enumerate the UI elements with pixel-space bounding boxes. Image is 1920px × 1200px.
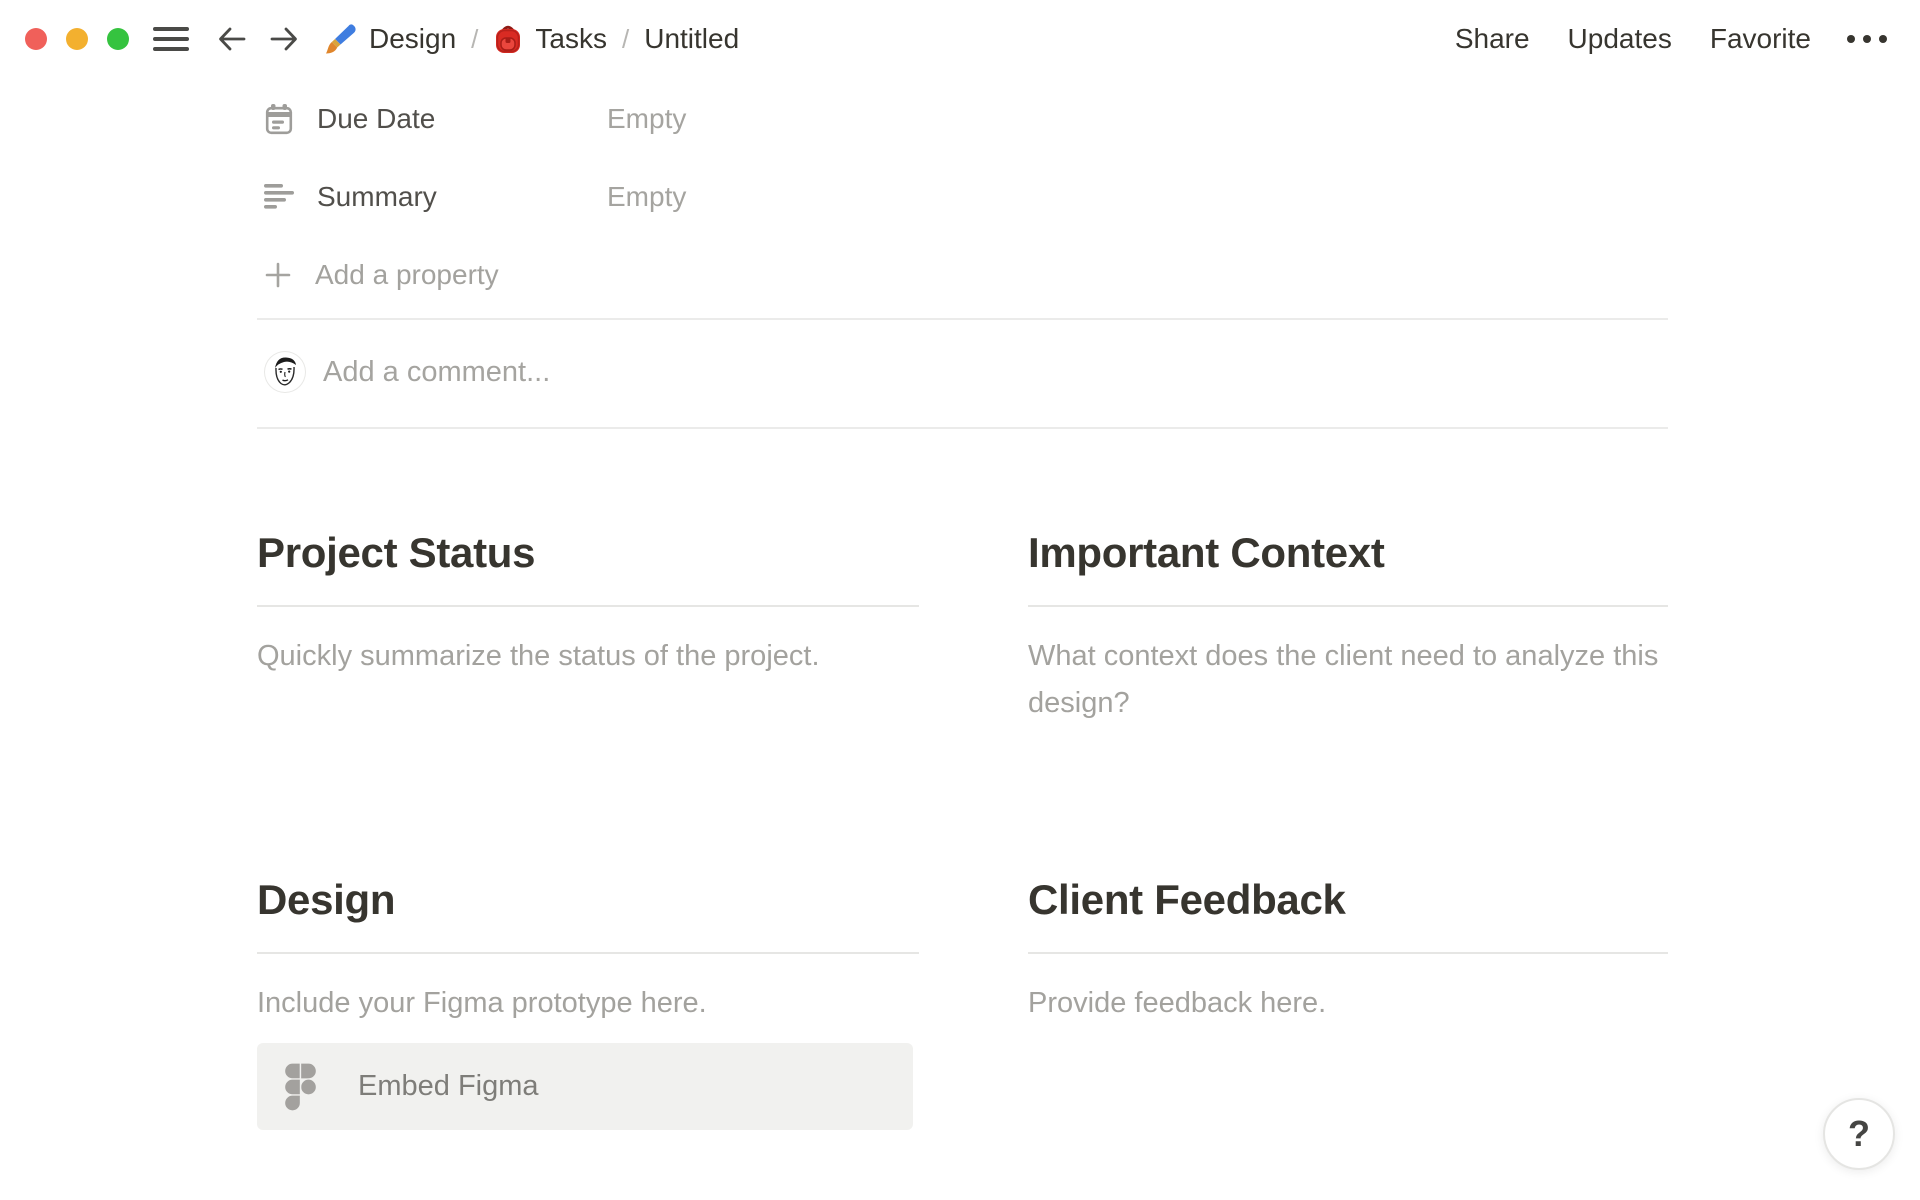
align-left-icon bbox=[264, 184, 294, 209]
section-placeholder-text[interactable]: Provide feedback here. bbox=[1028, 980, 1668, 1027]
breadcrumb-item-tasks[interactable]: Tasks bbox=[493, 22, 607, 56]
notion-window: Design / Tasks / Untitled Share Updates … bbox=[0, 0, 1920, 1200]
zoom-window-icon[interactable] bbox=[107, 28, 129, 50]
breadcrumb-separator: / bbox=[471, 23, 479, 54]
plus-icon bbox=[265, 262, 291, 288]
section-client-feedback: Client Feedback Provide feedback here. bbox=[1028, 875, 1668, 1027]
page-properties: Due Date Empty Summary Empty Add a prope… bbox=[264, 94, 686, 300]
question-mark-icon: ? bbox=[1848, 1113, 1870, 1154]
figma-icon bbox=[284, 1062, 317, 1111]
breadcrumb-label: Tasks bbox=[535, 23, 607, 54]
paintbrush-icon bbox=[326, 24, 356, 54]
property-value[interactable]: Empty bbox=[607, 103, 686, 135]
breadcrumb-item-untitled[interactable]: Untitled bbox=[644, 23, 739, 55]
property-name: Summary bbox=[317, 181, 437, 212]
traffic-lights bbox=[25, 28, 129, 50]
section-rule bbox=[257, 952, 919, 954]
share-button[interactable]: Share bbox=[1455, 23, 1530, 55]
divider bbox=[257, 318, 1668, 320]
backpack-icon bbox=[496, 25, 521, 53]
property-row-summary[interactable]: Summary Empty bbox=[264, 172, 686, 222]
favorite-button[interactable]: Favorite bbox=[1710, 23, 1811, 55]
more-options-icon[interactable] bbox=[1847, 35, 1887, 43]
add-property-button[interactable]: Add a property bbox=[264, 250, 686, 300]
forward-arrow-icon[interactable] bbox=[269, 25, 299, 53]
section-title[interactable]: Project Status bbox=[257, 528, 919, 578]
section-project-status: Project Status Quickly summarize the sta… bbox=[257, 528, 919, 680]
divider bbox=[257, 427, 1668, 429]
add-comment-row[interactable]: Add a comment... bbox=[265, 352, 550, 392]
property-value[interactable]: Empty bbox=[607, 181, 686, 213]
section-rule bbox=[1028, 605, 1668, 607]
section-important-context: Important Context What context does the … bbox=[1028, 528, 1668, 727]
breadcrumb-item-design[interactable]: Design bbox=[323, 22, 456, 56]
window-topbar: Design / Tasks / Untitled Share Updates … bbox=[0, 0, 1920, 78]
property-row-due-date[interactable]: Due Date Empty bbox=[264, 94, 686, 144]
section-design: Design Include your Figma prototype here… bbox=[257, 875, 919, 1130]
breadcrumb-separator: / bbox=[621, 23, 630, 54]
section-placeholder-text[interactable]: What context does the client need to ana… bbox=[1028, 633, 1668, 727]
section-placeholder-text[interactable]: Include your Figma prototype here. bbox=[257, 980, 919, 1027]
calendar-icon bbox=[265, 104, 293, 135]
help-button[interactable]: ? bbox=[1823, 1098, 1895, 1170]
property-name: Due Date bbox=[317, 103, 436, 134]
breadcrumb: Design / Tasks / Untitled bbox=[323, 22, 739, 56]
close-window-icon[interactable] bbox=[25, 28, 47, 50]
section-rule bbox=[1028, 952, 1668, 954]
comment-input-placeholder: Add a comment... bbox=[323, 355, 551, 388]
section-rule bbox=[257, 605, 919, 607]
topbar-actions: Share Updates Favorite bbox=[1455, 23, 1920, 55]
embed-figma-button[interactable]: Embed Figma bbox=[257, 1043, 913, 1130]
updates-button[interactable]: Updates bbox=[1568, 23, 1672, 55]
minimize-window-icon[interactable] bbox=[66, 28, 88, 50]
back-arrow-icon[interactable] bbox=[217, 25, 247, 53]
section-title[interactable]: Important Context bbox=[1028, 528, 1668, 578]
section-title[interactable]: Client Feedback bbox=[1028, 875, 1668, 925]
user-avatar bbox=[265, 352, 305, 392]
breadcrumb-label: Design bbox=[369, 23, 457, 54]
sidebar-menu-icon[interactable] bbox=[153, 27, 189, 51]
section-placeholder-text[interactable]: Quickly summarize the status of the proj… bbox=[257, 633, 919, 680]
section-title[interactable]: Design bbox=[257, 875, 919, 925]
embed-figma-label: Embed Figma bbox=[358, 1070, 539, 1102]
